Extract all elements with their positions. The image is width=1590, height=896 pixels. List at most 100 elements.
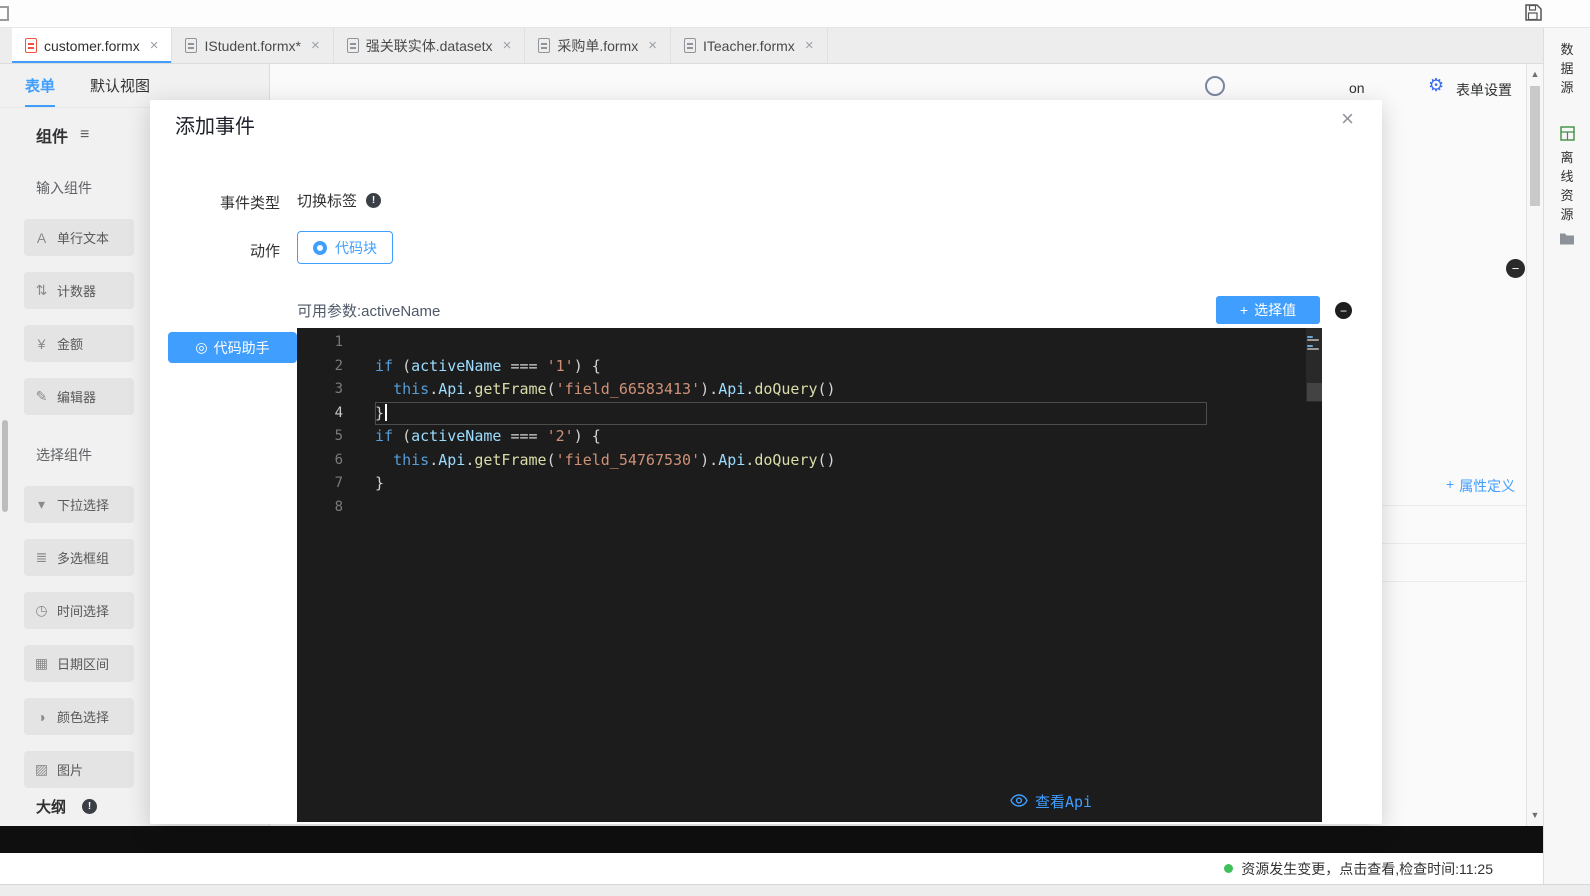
- file-icon: [347, 38, 359, 53]
- close-icon[interactable]: ×: [648, 37, 657, 54]
- close-icon[interactable]: ×: [311, 37, 320, 54]
- code-lines: 12 if (activeName === '1') { 3 this.Api.ge…: [297, 331, 1322, 519]
- component-chip[interactable]: ▨图片: [24, 751, 134, 788]
- event-type-value: 切换标签 !: [297, 190, 381, 211]
- file-tab-label: 强关联实体.datasetx: [366, 36, 493, 56]
- code-text: }: [375, 402, 387, 426]
- outline-section[interactable]: 大纲 !: [36, 790, 97, 822]
- file-icon: [538, 38, 550, 53]
- dropdown-icon: ▾: [34, 496, 49, 513]
- form-settings-button[interactable]: 表单设置: [1456, 80, 1512, 100]
- component-chip-label: 时间选择: [57, 601, 109, 620]
- radio-selected-icon: [313, 241, 327, 255]
- view-api-link[interactable]: 查看Api: [1010, 791, 1092, 812]
- line-number: 4: [297, 402, 343, 426]
- component-chip[interactable]: A单行文本: [24, 219, 134, 256]
- close-icon[interactable]: ×: [1341, 106, 1354, 132]
- minimap-line: [1307, 345, 1313, 347]
- remove-block-button[interactable]: −: [1335, 302, 1352, 319]
- scroll-up-arrow[interactable]: ▲: [1527, 69, 1543, 79]
- code-editor[interactable]: 12 if (activeName === '1') { 3 this.Api.ge…: [297, 328, 1322, 822]
- code-line: 5if (activeName === '2') {: [297, 425, 1322, 449]
- component-chip[interactable]: ⇅计数器: [24, 272, 134, 309]
- code-text: this.Api.getFrame('field_54767530').Api.…: [375, 449, 836, 473]
- line-number: 3: [297, 378, 343, 402]
- code-line: 6 this.Api.getFrame('field_54767530').Ap…: [297, 449, 1322, 473]
- file-icon: [185, 38, 197, 53]
- property-definition-label: 属性定义: [1459, 476, 1515, 496]
- sidebar-scrollbar-thumb[interactable]: [2, 420, 8, 512]
- info-icon[interactable]: !: [366, 193, 381, 208]
- folder-icon[interactable]: [1544, 232, 1590, 250]
- component-chip[interactable]: ✎ 编辑器: [24, 378, 134, 415]
- component-chip[interactable]: ◑颜色选择: [24, 698, 134, 735]
- code-block-label: 代码块: [335, 238, 377, 258]
- select-value-button[interactable]: + 选择值: [1216, 296, 1320, 324]
- component-chip-label: 编辑器: [57, 387, 96, 406]
- resource-rail: 数据源 离线资源: [1543, 28, 1590, 884]
- tab-form[interactable]: 表单: [25, 75, 55, 107]
- code-line: 2 if (activeName === '1') {: [297, 355, 1322, 379]
- component-chip[interactable]: ¥金额: [24, 325, 134, 362]
- rail-label-char: 离: [1560, 148, 1573, 167]
- line-number: 2: [297, 355, 343, 379]
- code-line: 7}: [297, 472, 1322, 496]
- editor-icon: ✎: [34, 388, 49, 405]
- file-tab[interactable]: customer.formx×: [12, 28, 172, 63]
- line-number: 1: [297, 331, 343, 355]
- vertical-scrollbar[interactable]: ▲ ▼: [1526, 64, 1543, 826]
- tab-default-view[interactable]: 默认视图: [90, 75, 150, 96]
- component-chip-label: 日期区间: [57, 654, 109, 673]
- save-icon[interactable]: [1522, 3, 1544, 25]
- event-type-text: 切换标签: [297, 190, 357, 211]
- close-icon[interactable]: ×: [150, 37, 159, 54]
- close-icon[interactable]: ×: [503, 37, 512, 54]
- gear-icon[interactable]: ⚙: [1428, 75, 1444, 96]
- code-text: this.Api.getFrame('field_66583413').Api.…: [375, 378, 836, 402]
- rail-item-offline-resource[interactable]: 离线资源: [1544, 148, 1590, 224]
- menu-icon[interactable]: ≡: [80, 126, 89, 144]
- file-icon: [684, 38, 696, 53]
- file-icon: [25, 38, 37, 53]
- code-assistant-button[interactable]: ◎ 代码助手: [168, 332, 297, 363]
- status-message[interactable]: 资源发生变更，点击查看,检查时间:11:25: [1241, 859, 1493, 879]
- toolbar-circle-icon[interactable]: [1205, 76, 1225, 96]
- rail-label-char: 数: [1560, 40, 1573, 59]
- file-tab[interactable]: IStudent.formx* ×: [172, 28, 333, 63]
- add-property-definition-link[interactable]: + 属性定义: [1446, 476, 1515, 496]
- close-icon[interactable]: ×: [805, 37, 814, 54]
- code-block-action-button[interactable]: 代码块: [297, 231, 393, 264]
- counter-icon: ⇅: [34, 282, 49, 299]
- file-tab[interactable]: 强关联实体.datasetx ×: [334, 28, 526, 63]
- component-chip[interactable]: ▾ 下拉选择: [24, 486, 134, 523]
- scrollbar-thumb[interactable]: [1530, 86, 1540, 206]
- minimap-line: [1307, 348, 1319, 350]
- file-tab-label: IStudent.formx*: [204, 38, 301, 54]
- rail-item-datasource[interactable]: 数据源: [1544, 40, 1590, 97]
- plus-icon: +: [1446, 476, 1454, 496]
- single-line-text-icon: A: [34, 230, 49, 246]
- assistant-icon: ◎: [195, 339, 207, 356]
- color-picker-icon: ◑: [34, 709, 49, 725]
- component-chip[interactable]: ▦ 日期区间: [24, 645, 134, 682]
- line-number: 7: [297, 472, 343, 496]
- date-range-icon: ▦: [34, 655, 49, 672]
- file-tab[interactable]: 采购单.formx ×: [525, 28, 671, 63]
- component-chip-label: 金额: [57, 334, 83, 353]
- code-line: 8: [297, 496, 1322, 520]
- file-tab-label: 采购单.formx: [557, 36, 638, 56]
- code-line: 4}: [297, 402, 1322, 426]
- component-chip[interactable]: ◷时间选择: [24, 592, 134, 629]
- code-text: if (activeName === '1') {: [375, 355, 601, 379]
- line-number: 5: [297, 425, 343, 449]
- component-chip[interactable]: ≣多选框组: [24, 539, 134, 576]
- scroll-down-arrow[interactable]: ▼: [1527, 810, 1543, 820]
- bottom-panel: [0, 826, 1543, 853]
- file-tab[interactable]: ITeacher.formx×: [671, 28, 828, 63]
- eye-icon: [1010, 793, 1028, 811]
- dataset-icon: [1544, 126, 1590, 146]
- component-chip-label: 下拉选择: [57, 495, 109, 514]
- collapse-panel-button[interactable]: −: [1506, 259, 1525, 278]
- plus-icon: +: [1240, 302, 1248, 318]
- editor-scrollbar-thumb[interactable]: [1307, 383, 1322, 401]
